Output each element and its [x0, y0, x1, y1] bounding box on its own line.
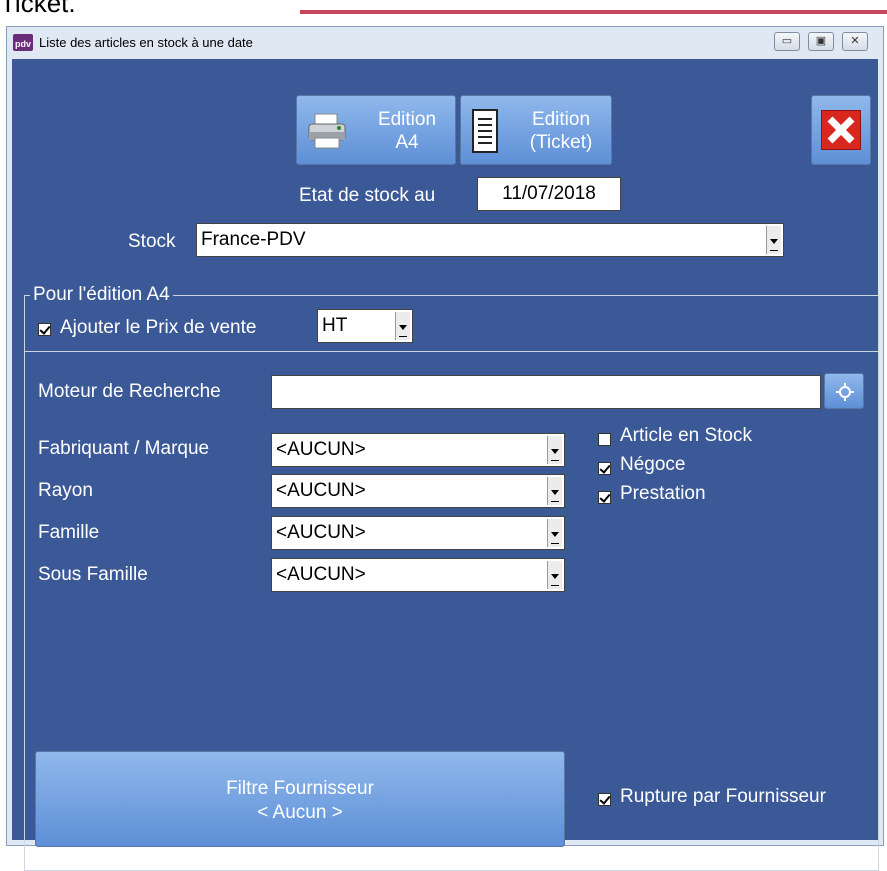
stock-select-value: France-PDV [201, 229, 306, 250]
edition-a4-button[interactable]: Edition A4 [296, 95, 456, 165]
stock-date-label: Etat de stock au [299, 185, 436, 206]
negoce-label: Négoce [620, 454, 686, 475]
window-title: Liste des articles en stock à une date [39, 35, 253, 50]
chevron-down-icon[interactable] [547, 561, 562, 589]
main-panel: Edition A4 Edition (Ticket) Etat de stoc… [12, 59, 879, 871]
stock-select[interactable]: France-PDV [196, 223, 784, 257]
background-bar [300, 10, 887, 14]
chevron-down-icon[interactable] [395, 312, 410, 340]
edition-ticket-button[interactable]: Edition (Ticket) [460, 95, 612, 165]
minimize-button[interactable]: ▭ [774, 32, 800, 51]
filter-sous-famille-select[interactable]: <AUCUN> [271, 558, 565, 592]
chevron-down-icon[interactable] [547, 436, 562, 464]
filter-brand-label: Fabriquant / Marque [38, 438, 210, 459]
chevron-down-icon[interactable] [766, 226, 781, 254]
a4-group-legend: Pour l'édition A4 [30, 284, 173, 306]
close-icon [821, 110, 861, 150]
edition-ticket-label: Edition (Ticket) [529, 109, 593, 153]
title-bar[interactable]: pdv Liste des articles en stock à une da… [7, 27, 883, 57]
background-strip: Ticket. [0, 0, 887, 22]
add-price-checkbox[interactable] [38, 323, 51, 336]
filter-famille-value: <AUCUN> [276, 522, 366, 543]
negoce-checkbox[interactable] [598, 462, 611, 475]
filter-famille-label: Famille [38, 522, 100, 543]
rupture-label: Rupture par Fournisseur [620, 786, 826, 807]
close-button[interactable] [811, 95, 871, 165]
supplier-filter-text: Filtre Fournisseur < Aucun > [36, 777, 564, 825]
filter-rayon-value: <AUCUN> [276, 480, 366, 501]
rupture-checkbox[interactable] [598, 793, 611, 806]
article-en-stock-label: Article en Stock [620, 425, 752, 446]
edition-a4-label: Edition A4 [377, 109, 437, 153]
window: pdv Liste des articles en stock à une da… [6, 26, 884, 871]
filter-brand-value: <AUCUN> [276, 439, 366, 460]
ticket-icon [472, 109, 498, 153]
filter-famille-select[interactable]: <AUCUN> [271, 516, 565, 550]
chevron-down-icon[interactable] [547, 519, 562, 547]
search-label: Moteur de Recherche [38, 381, 221, 402]
search-input[interactable] [271, 375, 821, 409]
search-button[interactable] [824, 373, 864, 409]
supplier-filter-line1: Filtre Fournisseur [226, 778, 374, 799]
maximize-button[interactable]: ▣ [808, 32, 834, 51]
filter-rayon-label: Rayon [38, 480, 93, 501]
close-window-button[interactable]: ✕ [842, 32, 868, 51]
prestation-checkbox[interactable] [598, 491, 611, 504]
printer-icon [308, 113, 346, 149]
price-mode-select[interactable]: HT [317, 309, 413, 343]
price-mode-value: HT [322, 315, 348, 336]
article-en-stock-checkbox[interactable] [598, 433, 611, 446]
supplier-filter-button[interactable]: Filtre Fournisseur < Aucun > [35, 751, 565, 847]
background-text: Ticket. [0, 0, 76, 18]
stock-label: Stock [128, 231, 176, 252]
prestation-label: Prestation [620, 483, 706, 504]
filter-sous-famille-label: Sous Famille [38, 564, 148, 585]
filter-sous-famille-value: <AUCUN> [276, 564, 366, 585]
stock-date-field[interactable]: 11/07/2018 [477, 177, 621, 211]
filter-brand-select[interactable]: <AUCUN> [271, 433, 565, 467]
filter-rayon-select[interactable]: <AUCUN> [271, 474, 565, 508]
search-icon [836, 383, 854, 401]
add-price-label: Ajouter le Prix de vente [60, 317, 257, 338]
supplier-filter-line2: < Aucun > [257, 802, 343, 823]
app-icon: pdv [13, 34, 33, 51]
chevron-down-icon[interactable] [547, 477, 562, 505]
